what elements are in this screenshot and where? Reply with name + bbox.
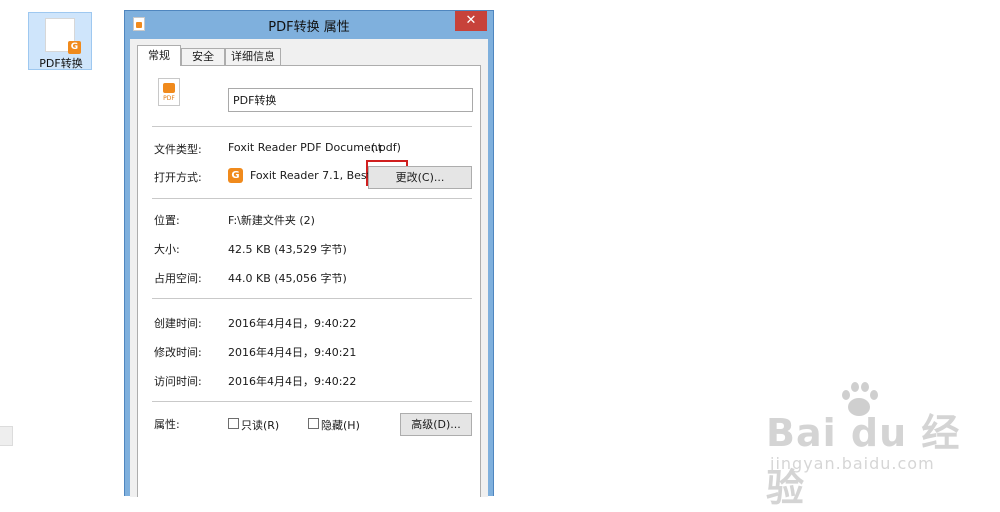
accessed-label: 访问时间: — [154, 375, 202, 388]
divider — [152, 298, 472, 299]
divider — [152, 401, 472, 402]
baidu-watermark: Bai du 经验 jingyan.baidu.com — [766, 372, 986, 510]
tab-details[interactable]: 详细信息 — [225, 48, 281, 65]
file-type-label: 文件类型: — [154, 143, 202, 156]
file-type-value: Foxit Reader PDF Document — [228, 141, 383, 154]
general-panel: PDF PDF转换 文件类型: Foxit Reader PDF Documen… — [137, 65, 481, 497]
open-with-app: Foxit Reader 7.1, Best — [250, 169, 371, 182]
close-button[interactable]: ✕ — [455, 11, 487, 31]
title-bar[interactable]: PDF转换 属性 ✕ — [125, 11, 493, 37]
foxit-icon: G — [68, 41, 81, 54]
modified-label: 修改时间: — [154, 346, 202, 359]
size-label: 大小: — [154, 243, 180, 256]
file-name-field[interactable]: PDF转换 — [228, 88, 473, 112]
open-with-label: 打开方式: — [154, 171, 202, 184]
foxit-app-icon: G — [228, 168, 243, 183]
desktop-file-label: PDF转换 — [39, 57, 83, 70]
disk-size-value: 44.0 KB (45,056 字节) — [228, 272, 347, 285]
tab-general[interactable]: 常规 — [137, 45, 181, 66]
hidden-label[interactable]: 隐藏(H) — [321, 417, 360, 433]
file-type-ext: (.pdf) — [371, 141, 401, 154]
window-edge — [0, 426, 13, 446]
readonly-checkbox[interactable] — [228, 418, 239, 429]
file-icon-text: PDF — [163, 95, 175, 102]
foxit-icon — [163, 83, 175, 93]
tab-security[interactable]: 安全 — [181, 48, 225, 65]
properties-dialog: PDF转换 属性 ✕ 常规 安全 详细信息 PDF PDF转换 文件类型: Fo… — [124, 10, 494, 497]
change-button[interactable]: 更改(C)... — [368, 166, 472, 189]
advanced-button[interactable]: 高级(D)... — [400, 413, 472, 436]
size-value: 42.5 KB (43,529 字节) — [228, 243, 347, 256]
pdf-file-icon: PDF — [158, 78, 180, 106]
divider — [152, 198, 472, 199]
location-value: F:\新建文件夹 (2) — [228, 214, 315, 227]
attributes-label: 属性: — [154, 418, 180, 431]
desktop-file-pdf[interactable]: G PDF转换 — [28, 12, 92, 70]
accessed-value: 2016年4月4日，9:40:22 — [228, 375, 357, 388]
location-label: 位置: — [154, 214, 180, 227]
watermark-url: jingyan.baidu.com — [770, 454, 935, 473]
hidden-checkbox[interactable] — [308, 418, 319, 429]
dialog-client: 常规 安全 详细信息 PDF PDF转换 文件类型: Foxit Reader … — [130, 39, 488, 497]
dialog-title: PDF转换 属性 — [268, 20, 350, 35]
created-value: 2016年4月4日，9:40:22 — [228, 317, 357, 330]
readonly-label[interactable]: 只读(R) — [241, 417, 279, 433]
modified-value: 2016年4月4日，9:40:21 — [228, 346, 357, 359]
disk-size-label: 占用空间: — [154, 272, 202, 285]
divider — [152, 126, 472, 127]
created-label: 创建时间: — [154, 317, 202, 330]
